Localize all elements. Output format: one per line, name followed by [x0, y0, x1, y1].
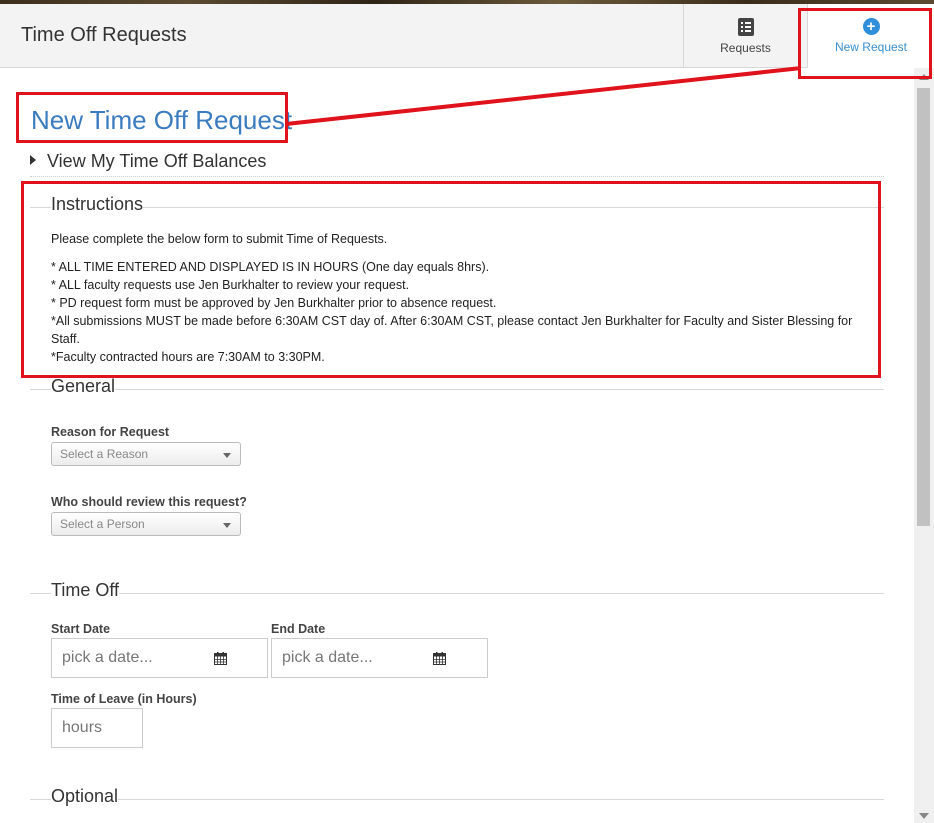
divider [30, 593, 884, 594]
page-title: New Time Off Request [31, 105, 293, 135]
instruction-line: *Faculty contracted hours are 7:30AM to … [51, 350, 325, 364]
reviewer-label: Who should review this request? [51, 495, 247, 509]
end-date-input[interactable]: pick a date... [271, 638, 488, 678]
reviewer-select[interactable]: Select a Person [51, 512, 241, 536]
optional-legend: Optional [30, 786, 884, 810]
chevron-down-icon [223, 523, 231, 528]
plus-circle-icon: + [862, 18, 880, 35]
instruction-line: *All submissions MUST be made before 6:3… [51, 314, 853, 346]
scroll-down-icon[interactable] [919, 813, 929, 819]
hours-placeholder: hours [62, 719, 103, 736]
vertical-scrollbar[interactable] [914, 68, 934, 823]
optional-heading: Optional [51, 786, 119, 807]
reason-select[interactable]: Select a Reason [51, 442, 241, 466]
hours-label: Time of Leave (in Hours) [51, 692, 197, 706]
scroll-up-icon[interactable] [919, 74, 929, 80]
instruction-line: * ALL faculty requests use Jen Burkhalte… [51, 278, 410, 292]
time-off-heading: Time Off [51, 580, 120, 601]
instructions-legend: Instructions [30, 194, 884, 218]
divider [30, 207, 884, 208]
view-balances-toggle[interactable]: View My Time Off Balances [30, 151, 884, 177]
view-balances-label: View My Time Off Balances [47, 151, 267, 171]
scrollbar-thumb[interactable] [917, 88, 930, 526]
reviewer-select-placeholder: Select a Person [60, 517, 145, 531]
app-title: Time Off Requests [21, 24, 187, 46]
app-header: Time Off Requests Requests + New Request [0, 4, 934, 68]
tab-requests-label: Requests [720, 41, 771, 55]
reason-select-placeholder: Select a Reason [60, 447, 149, 461]
end-date-placeholder: pick a date... [282, 649, 373, 666]
expand-triangle-icon [30, 155, 36, 166]
end-date-label: End Date [271, 622, 326, 636]
start-date-input[interactable]: pick a date... [51, 638, 268, 678]
form-content: New Time Off Request View My Time Off Ba… [0, 68, 914, 823]
instruction-line: * ALL TIME ENTERED AND DISPLAYED IS IN H… [51, 260, 490, 274]
general-heading: General [51, 376, 116, 397]
calendar-icon[interactable] [214, 652, 227, 665]
reason-label: Reason for Request [51, 425, 170, 439]
chevron-down-icon [223, 453, 231, 458]
tab-new-request[interactable]: + New Request [807, 4, 934, 68]
general-legend: General [30, 376, 884, 400]
checklist-icon [737, 18, 754, 36]
hours-input[interactable]: hours [51, 708, 143, 748]
instructions-heading: Instructions [51, 194, 144, 215]
divider [30, 389, 884, 390]
time-off-legend: Time Off [30, 580, 884, 604]
tab-requests[interactable]: Requests [683, 4, 807, 68]
divider [30, 799, 884, 800]
tab-new-request-label: New Request [834, 40, 908, 54]
start-date-label: Start Date [51, 622, 111, 636]
calendar-icon[interactable] [433, 652, 446, 665]
app-window: Time Off Requests Requests + New Request… [0, 4, 934, 823]
instruction-line: * PD request form must be approved by Je… [51, 296, 497, 310]
instructions-intro: Please complete the below form to submit… [51, 232, 388, 246]
start-date-placeholder: pick a date... [62, 649, 153, 666]
